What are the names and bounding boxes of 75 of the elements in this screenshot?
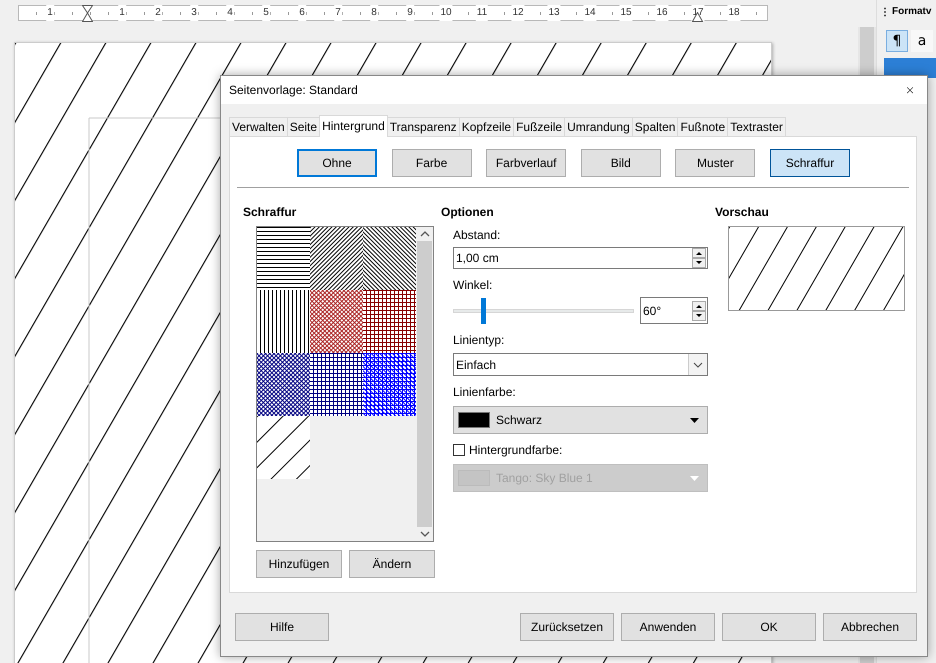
close-button[interactable]: × <box>893 76 927 104</box>
section-heading: Vorschau <box>715 205 770 219</box>
spin-buttons-icon[interactable] <box>692 248 706 268</box>
field-label: Linienfarbe: <box>453 385 517 399</box>
dropdown-arrow-icon <box>690 476 699 480</box>
list-action-button[interactable]: Hinzufügen <box>256 550 342 578</box>
checkbox-label: Hintergrundfarbe: <box>469 443 562 457</box>
hatch-swatch[interactable] <box>363 353 416 416</box>
angle-slider[interactable] <box>453 298 634 324</box>
scrollbar-thumb[interactable] <box>417 241 432 527</box>
style-type-button[interactable]: ¶ <box>886 30 908 52</box>
ruler-number: 10 <box>439 5 453 21</box>
indent-marker-icon[interactable] <box>82 5 93 22</box>
hatch-swatch[interactable] <box>363 290 416 353</box>
ruler-number: 1 <box>46 5 54 21</box>
ruler-number: 6 <box>298 5 306 21</box>
ruler-number: 4 <box>226 5 234 21</box>
ruler-number: 3 <box>190 5 198 21</box>
fill-type-button[interactable]: Schraffur <box>770 149 850 177</box>
ruler-number: 2 <box>154 5 162 21</box>
tab[interactable]: Kopfzeile <box>458 117 514 136</box>
hatch-swatch[interactable] <box>257 227 310 290</box>
tab[interactable]: Umrandung <box>564 117 633 136</box>
ruler-number: 18 <box>727 5 741 21</box>
tab[interactable]: Spalten <box>632 117 678 136</box>
ruler-number: 5 <box>262 5 270 21</box>
hatch-swatch[interactable] <box>363 227 416 290</box>
hatch-swatch[interactable] <box>310 290 363 353</box>
ruler-number: 16 <box>655 5 669 21</box>
ruler-number: 12 <box>511 5 525 21</box>
line-color-dropdown[interactable]: Schwarz <box>453 406 708 434</box>
more-options-icon[interactable]: ⋮ <box>880 6 890 18</box>
tab[interactable]: Transparenz <box>386 117 460 136</box>
hatch-swatch[interactable] <box>310 353 363 416</box>
dialog-button[interactable]: Abbrechen <box>823 613 917 641</box>
ruler-number: 8 <box>370 5 378 21</box>
line-type-dropdown[interactable]: Einfach <box>453 353 708 376</box>
section-heading: Optionen <box>441 205 495 219</box>
hatch-swatch[interactable] <box>310 227 363 290</box>
hatch-swatch[interactable] <box>257 290 310 353</box>
ruler-number: 9 <box>406 5 414 21</box>
list-action-button[interactable]: Ändern <box>349 550 435 578</box>
field-label: Winkel: <box>453 278 494 292</box>
ruler-number: 15 <box>619 5 633 21</box>
section-heading: Schraffur <box>243 205 298 219</box>
fill-type-button[interactable]: Ohne <box>297 149 377 177</box>
ruler-number: 14 <box>583 5 597 21</box>
tab[interactable]: Hintergrund <box>319 115 388 137</box>
dropdown-arrow-icon <box>690 418 699 422</box>
hatch-swatch[interactable] <box>257 416 310 479</box>
tab[interactable]: Verwalten <box>229 117 288 136</box>
tab[interactable]: Textraster <box>727 117 786 136</box>
fill-type-button[interactable]: Farbverlauf <box>486 149 566 177</box>
chevron-down-icon <box>693 362 703 368</box>
dialog-button[interactable]: Zurücksetzen <box>520 613 614 641</box>
ruler-number: 1 <box>118 5 126 21</box>
fill-type-button[interactable]: Muster <box>675 149 756 177</box>
style-type-button[interactable]: a <box>911 30 933 52</box>
fill-type-button[interactable]: Farbe <box>392 149 472 177</box>
spacing-field[interactable]: 1,00 cm <box>453 247 708 269</box>
field-label: Abstand: <box>453 228 502 242</box>
fill-type-button[interactable]: Bild <box>580 149 661 177</box>
spin-buttons-icon[interactable] <box>692 300 706 320</box>
ruler-number: 7 <box>334 5 342 21</box>
dialog-button[interactable]: Anwenden <box>621 613 715 641</box>
ruler-number: 13 <box>547 5 561 21</box>
window-title: Seitenvorlage: Standard <box>229 83 358 97</box>
ruler-number: 11 <box>476 5 488 21</box>
dialog-button[interactable]: OK <box>722 613 816 641</box>
dialog-button[interactable]: Hilfe <box>235 613 329 641</box>
slider-thumb[interactable] <box>480 298 486 324</box>
angle-field[interactable]: 60° <box>640 297 708 324</box>
panel-title: Formatv <box>892 6 932 18</box>
hatch-swatch[interactable] <box>257 353 310 416</box>
field-label: Linientyp: <box>453 333 506 347</box>
